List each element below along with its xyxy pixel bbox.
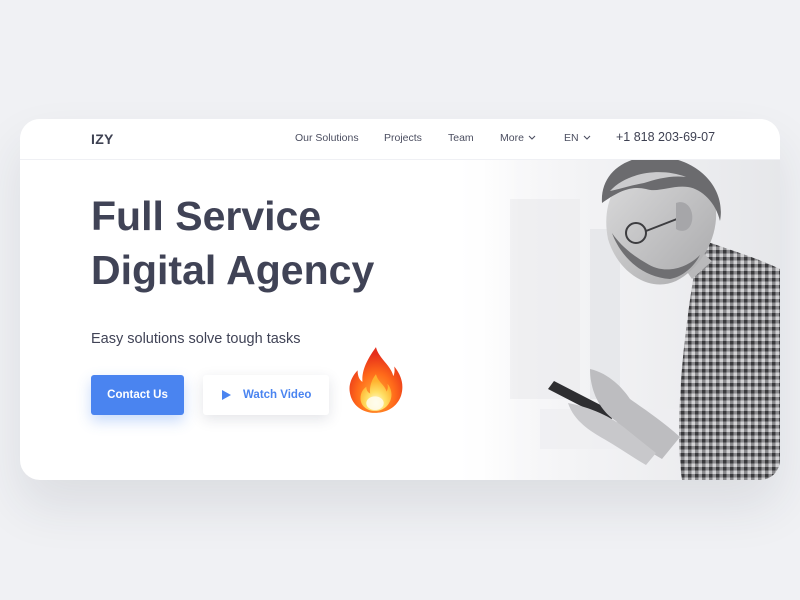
hero-title-line-1: Full Service xyxy=(91,193,322,239)
man-with-phone-photo xyxy=(450,159,780,480)
hero-tagline: Easy solutions solve tough tasks xyxy=(91,331,301,347)
phone-number[interactable]: +1 818 203-69-07 xyxy=(616,130,715,144)
hero-title: Full Service Digital Agency xyxy=(91,189,374,297)
hero-card: IZY Our Solutions Projects Team More EN … xyxy=(20,119,780,480)
top-nav: IZY Our Solutions Projects Team More EN … xyxy=(20,119,780,160)
play-icon xyxy=(222,390,231,400)
nav-more-dropdown[interactable]: More xyxy=(500,132,536,144)
hero-title-line-2: Digital Agency xyxy=(91,247,375,293)
nav-more-label: More xyxy=(500,132,524,144)
chevron-down-icon xyxy=(528,135,536,140)
nav-link-projects[interactable]: Projects xyxy=(384,132,422,144)
language-label: EN xyxy=(564,132,579,144)
nav-link-team[interactable]: Team xyxy=(448,132,474,144)
watch-video-button[interactable]: Watch Video xyxy=(203,375,329,415)
logo[interactable]: IZY xyxy=(91,131,114,147)
contact-us-button[interactable]: Contact Us xyxy=(91,375,184,415)
chevron-down-icon xyxy=(583,135,590,140)
fire-icon xyxy=(349,347,403,413)
nav-link-our-solutions[interactable]: Our Solutions xyxy=(295,132,359,144)
watch-video-label: Watch Video xyxy=(243,389,312,401)
language-selector[interactable]: EN xyxy=(564,132,591,144)
